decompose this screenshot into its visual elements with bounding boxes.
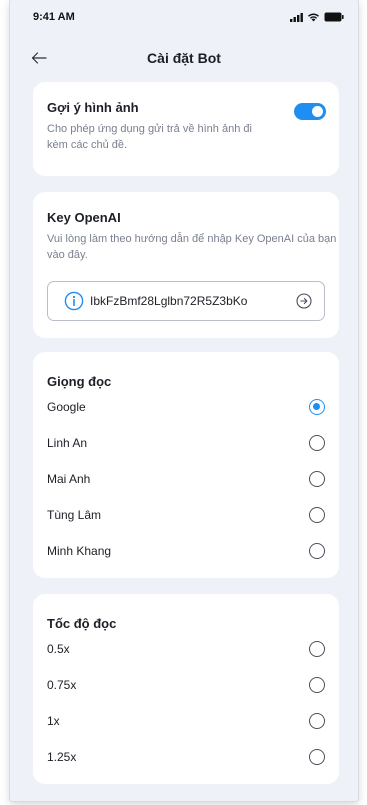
speed-option-0-75x[interactable]: 0.75x [33,669,339,705]
openai-key-title: Key OpenAI [47,210,121,225]
page-title: Cài đặt Bot [147,50,221,66]
image-suggestion-title: Gợi ý hình ảnh [47,100,139,115]
voice-title: Giọng đọc [47,374,112,389]
voice-option-google[interactable]: Google [33,391,339,427]
voice-option-linh-an[interactable]: Linh An [33,427,339,463]
voice-option-label: Minh Khang [47,544,112,558]
radio-unselected[interactable] [309,641,325,657]
radio-unselected[interactable] [309,543,325,559]
voice-option-label: Linh An [47,436,88,450]
voice-option-minh-khang[interactable]: Minh Khang [33,535,339,571]
radio-unselected[interactable] [309,713,325,729]
speed-option-label: 1x [47,714,60,728]
openai-key-input[interactable] [90,294,290,308]
radio-unselected[interactable] [309,435,325,451]
signal-icon [290,12,303,22]
speed-option-0-5x[interactable]: 0.5x [33,633,339,669]
status-time: 9:41 AM [33,11,75,23]
openai-key-card: Key OpenAI Vui lòng làm theo hướng dẫn đ… [33,192,339,338]
speed-option-label: 1.25x [47,750,77,764]
voice-option-label: Mai Anh [47,472,91,486]
voice-option-tung-lam[interactable]: Tùng Lâm [33,499,339,535]
status-bar: 9:41 AM [10,0,358,36]
radio-selected[interactable] [309,399,325,415]
app-header: Cài đặt Bot [10,40,358,76]
voice-option-mai-anh[interactable]: Mai Anh [33,463,339,499]
radio-unselected[interactable] [309,507,325,523]
image-suggestion-description: Cho phép ứng dụng gửi trả về hình ảnh đi… [47,123,252,151]
speed-card: Tốc độ đọc 0.5x 0.75x 1x 1.25x [33,594,339,784]
battery-icon [324,12,344,22]
voice-option-label: Tùng Lâm [47,508,102,522]
speed-title: Tốc độ đọc [47,616,117,631]
phone-screen: 9:41 AM Cài đặt Bot Gợi ý hình ảnh Cho p… [10,0,358,801]
wifi-icon [308,13,319,22]
speed-option-1x[interactable]: 1x [33,705,339,741]
arrow-right-circle-icon[interactable] [296,293,312,309]
openai-key-field[interactable] [47,281,325,321]
voice-card: Giọng đọc Google Linh An Mai Anh Tùng Lâ… [33,352,339,578]
status-icons [290,12,344,22]
image-suggestion-card: Gợi ý hình ảnh Cho phép ứng dụng gửi trả… [33,82,339,176]
radio-unselected[interactable] [309,471,325,487]
openai-key-description: Vui lòng làm theo hướng dẫn để nhập Key … [47,233,337,261]
voice-option-label: Google [47,400,86,414]
speed-option-1-25x[interactable]: 1.25x [33,741,339,777]
speed-option-label: 0.75x [47,678,77,692]
toggle-knob [312,106,323,117]
info-icon [64,291,84,311]
radio-unselected[interactable] [309,677,325,693]
speed-option-label: 0.5x [47,642,70,656]
image-suggestion-toggle[interactable] [294,103,326,120]
radio-unselected[interactable] [309,749,325,765]
